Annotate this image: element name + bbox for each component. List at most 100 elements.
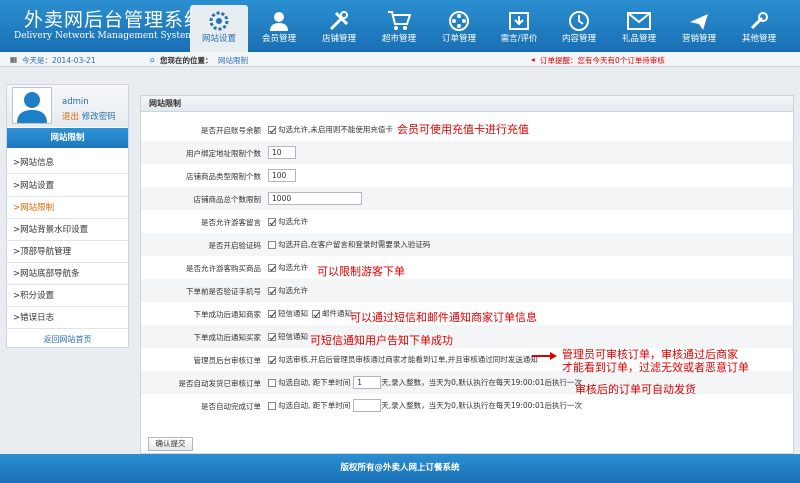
auto-complete-label: 是否自动完成订单 — [201, 402, 261, 411]
sidebar-item-watermark[interactable]: >网站背景水印设置 — [7, 219, 128, 241]
change-password-link[interactable]: 修改密码 — [82, 112, 116, 122]
admin-review-option: 勾选审核,开启后管理员审核通过商家才能看到订单,并且审核通过同时发送通知 — [278, 355, 538, 364]
addr-limit-label: 用户绑定地址限制个数 — [186, 149, 261, 158]
film-icon — [449, 11, 469, 31]
logout-link[interactable]: 退出 — [62, 112, 79, 122]
footer: 版权所有@外卖人网上订餐系统 — [0, 454, 800, 483]
auto-ship-checkbox[interactable] — [268, 378, 276, 387]
auto-complete-days-input[interactable] — [353, 399, 382, 412]
shop-goods-limit-label: 店铺商品总个数限制 — [193, 195, 262, 204]
main-panel: 网站限制 是否开启账号余额 勾选允许,未启用则不能使用充值卡 用户绑定地址限制个… — [140, 95, 794, 454]
panel-heading: 网站限制 — [141, 96, 793, 112]
note-admin-review-2: 才能看到订单，过滤无效或者恶意订单 — [562, 361, 749, 374]
sidebar-item-bottom-nav[interactable]: >网站底部导航条 — [7, 263, 128, 285]
tools-icon — [329, 11, 349, 31]
location-page[interactable]: 网站限制 — [218, 55, 248, 66]
shop-type-limit-label: 店铺商品类型限制个数 — [186, 172, 261, 181]
note-recharge: 会员可使用充值卡进行充值 — [397, 123, 529, 136]
shop-type-limit-input[interactable]: 100 — [268, 169, 296, 182]
phone-verify-label: 下单前是否验证手机号 — [186, 287, 261, 296]
return-home-link[interactable]: 返回网站首页 — [7, 331, 128, 348]
nav-order[interactable]: 订单管理 — [430, 5, 488, 52]
sidebar-item-site-settings[interactable]: >网站设置 — [7, 175, 128, 197]
sidebar-item-points[interactable]: >积分设置 — [7, 285, 128, 307]
user-avatar-icon — [17, 92, 47, 123]
row-auto-complete: 是否自动完成订单 勾选自动, 距下单时间 天,录入整数，当天为0,默认执行在每天1… — [141, 394, 793, 417]
row-captcha: 是否开启验证码 勾选开启,在客户留言和登录时需要录入验证码 — [141, 233, 793, 256]
notify-buyer-sms-option: 短信通知 — [278, 332, 308, 341]
admin-review-checkbox[interactable] — [268, 355, 276, 364]
notify-shop-sms-checkbox[interactable] — [268, 309, 276, 318]
settings-icon — [209, 11, 229, 31]
user-icon — [270, 12, 288, 31]
logo-title: 外卖网后台管理系统 — [24, 9, 205, 31]
info-bar: ▦ 今天是：2014-03-21 ⌂ 您现在的位置： 网站限制 ◂ 订单提醒：您… — [0, 52, 800, 67]
username: admin — [62, 97, 89, 107]
download-icon — [509, 12, 529, 30]
notify-buyer-label: 下单成功后通知买家 — [193, 333, 262, 342]
nav-member[interactable]: 会员管理 — [250, 5, 308, 52]
nav-shop[interactable]: 店铺管理 — [310, 5, 368, 52]
sidebar-item-error-log[interactable]: >错误日志 — [7, 307, 128, 329]
nav-review[interactable]: 需言/评价 — [490, 5, 548, 52]
user-box: admin 退出 修改密码 — [7, 85, 128, 127]
nav-content[interactable]: 内容管理 — [550, 5, 608, 52]
auto-ship-days-input[interactable]: 1 — [353, 376, 382, 389]
row-guest-msg: 是否允许游客留言 勾选允许 — [141, 210, 793, 233]
auto-ship-suffix: 天,录入整数，当天为0,默认执行在每天19:00:01后执行一次 — [381, 378, 583, 387]
wrench-icon — [750, 12, 768, 30]
sidebar-section-title: 网站限制 — [7, 128, 128, 148]
auto-ship-option: 勾选自动, 距下单时间 — [278, 378, 351, 387]
guest-buy-checkbox[interactable] — [268, 263, 276, 272]
note-notify-buyer: 可短信通知用户告知下单成功 — [310, 334, 453, 347]
shop-goods-limit-input[interactable]: 1000 — [268, 192, 362, 205]
sidebar: admin 退出 修改密码 网站限制 >网站信息 >网站设置 >网站限制 >网站… — [6, 84, 129, 348]
phone-verify-option: 勾选允许 — [278, 286, 308, 295]
row-guest-buy: 是否允许游客购买商品 勾选允许 — [141, 256, 793, 279]
guest-msg-checkbox[interactable] — [268, 217, 276, 226]
note-notify-shop: 可以通过短信和邮件通知商家订单信息 — [350, 311, 537, 324]
row-shop-goods-limit: 店铺商品总个数限制 1000 — [141, 187, 793, 210]
row-notify-buyer: 下单成功后通知买家 短信通知 — [141, 325, 793, 348]
recharge-option: 勾选允许,未启用则不能使用充值卡 — [278, 125, 393, 134]
guest-msg-option: 勾选允许 — [278, 217, 308, 226]
auto-ship-label: 是否自动发货已审核订单 — [178, 379, 262, 388]
auto-complete-suffix: 天,录入整数，当天为0,默认执行在每天19:00:01后执行一次 — [381, 401, 583, 410]
addr-limit-input[interactable]: 10 — [268, 146, 296, 159]
notify-buyer-sms-checkbox[interactable] — [268, 332, 276, 341]
nav-site-settings[interactable]: 网站设置 — [190, 5, 248, 52]
recharge-label: 是否开启账号余额 — [201, 126, 261, 135]
sidebar-item-site-limits[interactable]: >网站限制 — [7, 197, 128, 219]
location-label: 您现在的位置： — [160, 56, 213, 65]
recharge-checkbox[interactable] — [268, 125, 276, 134]
nav-marketing[interactable]: 营销管理 — [670, 5, 728, 52]
row-phone-verify: 下单前是否验证手机号 勾选允许 — [141, 279, 793, 302]
clock-icon — [569, 11, 589, 31]
home-icon: ⌂ — [150, 55, 155, 64]
header: 外卖网后台管理系统 Delivery Network Management Sy… — [0, 0, 800, 52]
notify-shop-label: 下单成功后通知商家 — [193, 310, 262, 319]
logo-subtitle: Delivery Network Management System — [14, 31, 194, 41]
notify-shop-sms-option: 短信通知 — [278, 309, 308, 318]
row-addr-limit: 用户绑定地址限制个数 10 — [141, 141, 793, 164]
order-alert[interactable]: 订单提醒：您有今天有0个订单待审核 — [540, 55, 665, 66]
notify-shop-email-checkbox[interactable] — [312, 309, 320, 318]
today-date: 今天是：2014-03-21 — [22, 56, 96, 65]
calendar-icon: ▦ — [10, 55, 18, 64]
confirm-submit-button[interactable]: 确认提交 — [148, 437, 193, 451]
nav-market[interactable]: 超市管理 — [370, 5, 428, 52]
sidebar-item-top-nav[interactable]: >顶部导航管理 — [7, 241, 128, 263]
phone-verify-checkbox[interactable] — [268, 286, 276, 295]
captcha-checkbox[interactable] — [268, 240, 276, 249]
note-guest-buy: 可以限制游客下单 — [317, 265, 405, 278]
auto-complete-checkbox[interactable] — [268, 401, 276, 410]
notify-shop-email-option: 邮件通知 — [322, 309, 352, 318]
sidebar-item-site-info[interactable]: >网站信息 — [7, 152, 128, 174]
nav-other[interactable]: 其他管理 — [730, 5, 788, 52]
avatar — [12, 87, 52, 124]
nav-gift[interactable]: 礼品管理 — [610, 5, 668, 52]
row-shop-type-limit: 店铺商品类型限制个数 100 — [141, 164, 793, 187]
captcha-label: 是否开启验证码 — [208, 241, 262, 250]
plane-icon — [690, 14, 708, 30]
guest-buy-label: 是否允许游客购买商品 — [186, 264, 261, 273]
